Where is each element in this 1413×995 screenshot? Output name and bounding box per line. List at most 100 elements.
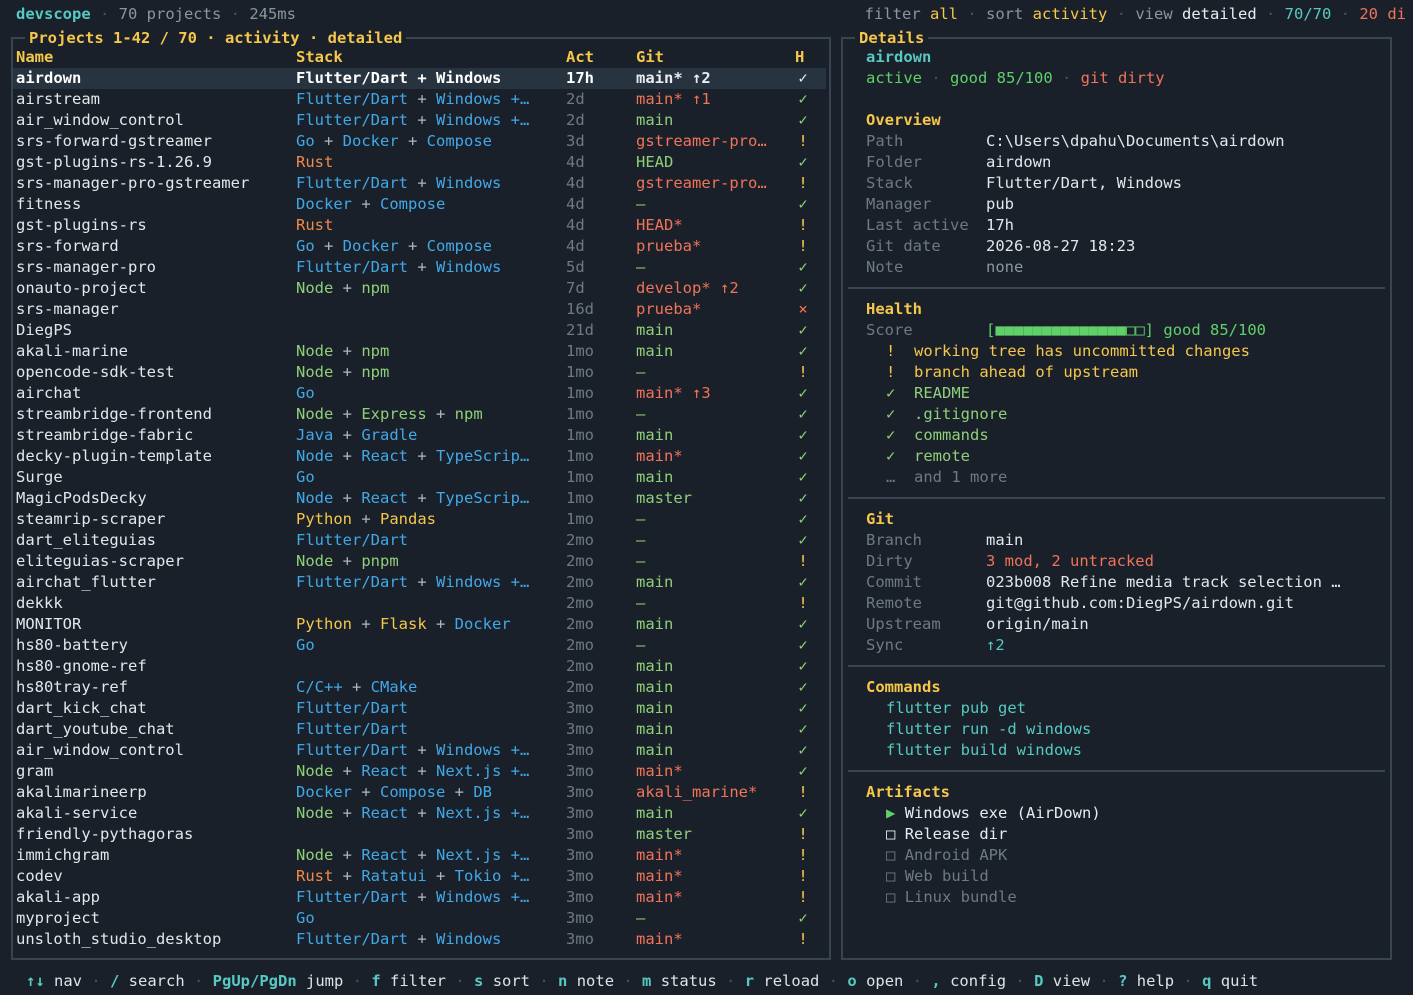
project-name[interactable]: gram	[16, 761, 294, 782]
project-name[interactable]: dart_eliteguias	[16, 530, 294, 551]
table-row[interactable]: akalimarineerp Docker + Compose + DB 3mo ak…	[13, 782, 826, 803]
project-name[interactable]: akali-marine	[16, 341, 294, 362]
table-row[interactable]: eliteguias-scraper Node + pnpm 2mo —!	[13, 551, 826, 572]
table-row[interactable]: gram Node + React + Next.js +… 3mo main* ✓	[13, 761, 826, 782]
project-name[interactable]: dart_youtube_chat	[16, 719, 294, 740]
keybinding-key[interactable]: n	[558, 972, 567, 990]
artifact-item[interactable]: □ Android APK	[886, 845, 1007, 866]
keybinding-key[interactable]: s	[474, 972, 483, 990]
table-row[interactable]: srs-forward-gstreamer Go + Docker + Compo…	[13, 131, 826, 152]
project-name[interactable]: srs-manager-pro-gstreamer	[16, 173, 294, 194]
project-name[interactable]: srs-manager-pro	[16, 257, 294, 278]
project-name[interactable]: MagicPodsDecky	[16, 488, 294, 509]
project-name[interactable]: Surge	[16, 467, 294, 488]
keybinding-key[interactable]: ↑↓	[26, 972, 45, 990]
project-name[interactable]: hs80-gnome-ref	[16, 656, 294, 677]
table-row[interactable]: gst-plugins-rs-1.26.9 Rust 4d HEAD ✓	[13, 152, 826, 173]
project-name[interactable]: srs-forward-gstreamer	[16, 131, 294, 152]
table-row[interactable]: air_window_control Flutter/Dart + Windows…	[13, 740, 826, 761]
keybinding-key[interactable]: o	[847, 972, 856, 990]
project-name[interactable]: srs-forward	[16, 236, 294, 257]
table-row[interactable]: akali-app Flutter/Dart + Windows +… 3mo mai…	[13, 887, 826, 908]
project-name[interactable]: onauto-project	[16, 278, 294, 299]
table-row[interactable]: gst-plugins-rs Rust 4d HEAD*!	[13, 215, 826, 236]
command-item[interactable]: flutter build windows	[886, 740, 1082, 761]
table-row[interactable]: decky-plugin-template Node + React + Type…	[13, 446, 826, 467]
table-row[interactable]: airstream Flutter/Dart + Windows +… 2d main…	[13, 89, 826, 110]
project-name[interactable]: airdown	[16, 68, 294, 89]
table-row[interactable]: onauto-project Node + npm 7d develop* ↑2 ✓	[13, 278, 826, 299]
command-item[interactable]: flutter pub get	[886, 698, 1026, 719]
filter-value[interactable]: all	[930, 5, 958, 23]
project-name[interactable]: unsloth_studio_desktop	[16, 929, 294, 950]
project-name[interactable]: myproject	[16, 908, 294, 929]
table-row[interactable]: MagicPodsDecky Node + React + TypeScrip… 1…	[13, 488, 826, 509]
project-name[interactable]: fitness	[16, 194, 294, 215]
project-name[interactable]: immichgram	[16, 845, 294, 866]
table-row[interactable]: dart_youtube_chat Flutter/Dart 3mo main ✓	[13, 719, 826, 740]
project-name[interactable]: opencode-sdk-test	[16, 362, 294, 383]
table-row[interactable]: DiegPS 21d main ✓	[13, 320, 826, 341]
table-row[interactable]: srs-manager-pro-gstreamer Flutter/Dart + …	[13, 173, 826, 194]
artifact-item[interactable]: □ Release dir	[886, 824, 1007, 845]
table-row[interactable]: friendly-pythagoras 3mo master!	[13, 824, 826, 845]
keybinding-key[interactable]: PgUp/PgDn	[213, 972, 297, 990]
table-row[interactable]: myproject Go 3mo — ✓	[13, 908, 826, 929]
table-row[interactable]: immichgram Node + React + Next.js +… 3mo ma…	[13, 845, 826, 866]
project-name[interactable]: akalimarineerp	[16, 782, 294, 803]
keybinding-key[interactable]: ,	[931, 972, 940, 990]
table-row[interactable]: dart_kick_chat Flutter/Dart 3mo main ✓	[13, 698, 826, 719]
project-name[interactable]: gst-plugins-rs-1.26.9	[16, 152, 294, 173]
artifact-item[interactable]: □ Linux bundle	[886, 887, 1017, 908]
project-name[interactable]: codev	[16, 866, 294, 887]
column-header-health[interactable]: H	[795, 47, 804, 68]
table-row[interactable]: akali-marine Node + npm 1mo main ✓	[13, 341, 826, 362]
table-row[interactable]: air_window_control Flutter/Dart + Windows…	[13, 110, 826, 131]
view-value[interactable]: detailed	[1182, 5, 1257, 23]
column-header-name[interactable]: Name	[16, 47, 53, 68]
project-name[interactable]: air_window_control	[16, 110, 294, 131]
project-name[interactable]: akali-service	[16, 803, 294, 824]
table-row[interactable]: MONITOR Python + Flask + Docker 2mo main ✓	[13, 614, 826, 635]
table-row[interactable]: fitness Docker + Compose 4d — ✓	[13, 194, 826, 215]
column-header-stack[interactable]: Stack	[296, 47, 343, 68]
table-row[interactable]: steamrip-scraper Python + Pandas 1mo — ✓	[13, 509, 826, 530]
project-name[interactable]: steamrip-scraper	[16, 509, 294, 530]
project-name[interactable]: akali-app	[16, 887, 294, 908]
project-name[interactable]: dart_kick_chat	[16, 698, 294, 719]
table-row[interactable]: srs-manager-pro Flutter/Dart + Windows 5d —…	[13, 257, 826, 278]
table-row[interactable]: srs-forward Go + Docker + Compose 4d prueba…	[13, 236, 826, 257]
column-header-git[interactable]: Git	[636, 47, 664, 68]
table-row[interactable]: hs80-gnome-ref 2mo main ✓	[13, 656, 826, 677]
project-name[interactable]: airchat	[16, 383, 294, 404]
table-row[interactable]: hs80-battery Go 2mo — ✓	[13, 635, 826, 656]
table-row[interactable]: codev Rust + Ratatui + Tokio +… 3mo main*!	[13, 866, 826, 887]
project-name[interactable]: DiegPS	[16, 320, 294, 341]
project-name[interactable]: airchat_flutter	[16, 572, 294, 593]
project-name[interactable]: decky-plugin-template	[16, 446, 294, 467]
table-row[interactable]: dart_eliteguias Flutter/Dart 2mo — ✓	[13, 530, 826, 551]
table-row[interactable]: airchat_flutter Flutter/Dart + Windows +……	[13, 572, 826, 593]
project-name[interactable]: streambridge-fabric	[16, 425, 294, 446]
project-name[interactable]: airstream	[16, 89, 294, 110]
project-name[interactable]: streambridge-frontend	[16, 404, 294, 425]
table-row[interactable]: streambridge-fabric Java + Gradle 1mo main ✓	[13, 425, 826, 446]
table-row[interactable]: opencode-sdk-test Node + npm 1mo —!	[13, 362, 826, 383]
project-name[interactable]: dekkk	[16, 593, 294, 614]
table-row[interactable]: airchat Go 1mo main* ↑3 ✓	[13, 383, 826, 404]
table-row[interactable]: srs-manager 16d prueba* ×	[13, 299, 826, 320]
project-name[interactable]: hs80-battery	[16, 635, 294, 656]
table-row[interactable]: akali-service Node + React + Next.js +… 3m…	[13, 803, 826, 824]
table-row[interactable]: airdown Flutter/Dart + Windows 17h main* ↑2…	[13, 68, 826, 89]
table-row[interactable]: dekkk 2mo —!	[13, 593, 826, 614]
keybinding-key[interactable]: r	[745, 972, 754, 990]
project-name[interactable]: friendly-pythagoras	[16, 824, 294, 845]
project-name[interactable]: hs80tray-ref	[16, 677, 294, 698]
sort-value[interactable]: activity	[1033, 5, 1108, 23]
table-row[interactable]: unsloth_studio_desktop Flutter/Dart + Win…	[13, 929, 826, 950]
command-item[interactable]: flutter run -d windows	[886, 719, 1091, 740]
table-row[interactable]: Surge Go 1mo main ✓	[13, 467, 826, 488]
keybinding-key[interactable]: m	[642, 972, 651, 990]
project-name[interactable]: MONITOR	[16, 614, 294, 635]
artifact-item[interactable]: □ Web build	[886, 866, 989, 887]
